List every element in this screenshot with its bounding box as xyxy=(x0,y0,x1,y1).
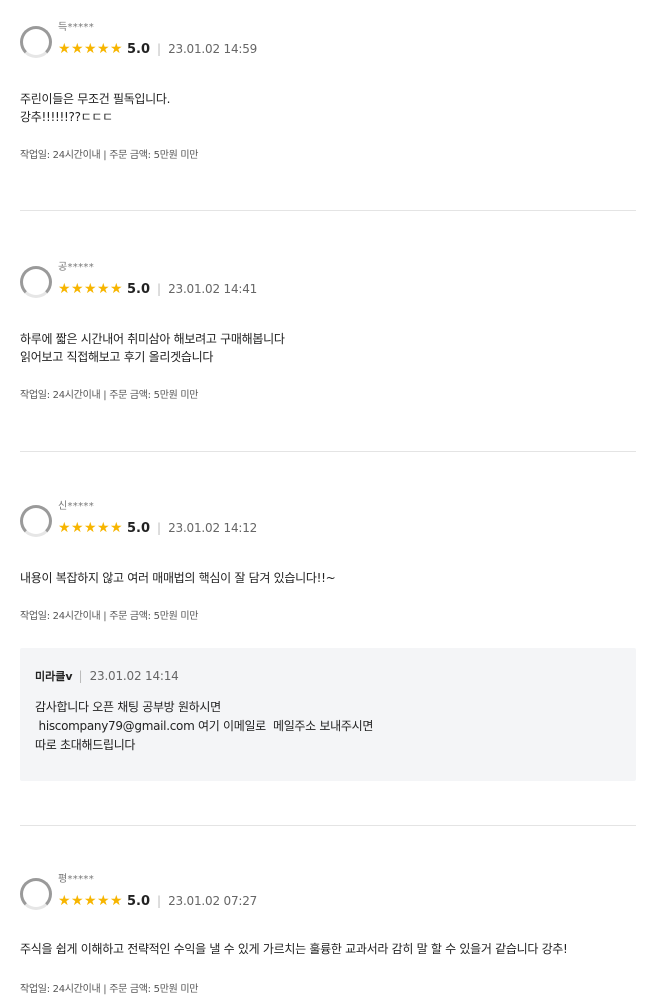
star-icon: ★ xyxy=(110,519,123,536)
star-icon: ★ xyxy=(84,892,97,909)
rating-stars: ★ ★ ★ ★ ★ xyxy=(58,280,123,297)
star-icon: ★ xyxy=(58,40,71,57)
star-icon: ★ xyxy=(71,519,84,536)
reply-text-line: 따로 초대해드립니다 xyxy=(35,738,136,752)
reviewer-name: 신***** xyxy=(58,501,94,512)
reviewer-name: 평***** xyxy=(58,874,94,885)
review-item: 평***** ★ ★ ★ ★ ★ 5.0 | 23.01.02 07:27 주식… xyxy=(20,870,636,995)
star-icon: ★ xyxy=(97,280,110,297)
rating-score: 5.0 xyxy=(127,893,151,909)
avatar xyxy=(20,878,52,910)
seller-reply: 미라클v | 23.01.02 14:14 감사합니다 오픈 채팅 공부방 원하… xyxy=(20,648,636,781)
avatar xyxy=(20,26,52,58)
rating-stars: ★ ★ ★ ★ ★ xyxy=(58,519,123,536)
star-icon: ★ xyxy=(97,892,110,909)
order-info: 작업일: 24시간이내 | 주문 금액: 5만원 미만 xyxy=(20,984,199,995)
separator: | xyxy=(78,669,83,683)
review-header: 평***** ★ ★ ★ ★ ★ 5.0 | 23.01.02 07:27 xyxy=(20,870,636,918)
review-text: 주린이들은 무조건 필독입니다. 강추!!!!!!??ㄷㄷㄷ xyxy=(20,90,636,126)
separator: | xyxy=(157,521,162,535)
rating-score: 5.0 xyxy=(127,41,151,57)
reply-text-line: 감사합니다 오픈 채팅 공부방 원하시면 xyxy=(35,700,221,714)
review-header: 공***** ★ ★ ★ ★ ★ 5.0 | 23.01.02 14:41 xyxy=(20,258,636,306)
star-icon: ★ xyxy=(58,280,71,297)
review-list: 득***** ★ ★ ★ ★ ★ 5.0 | 23.01.02 14:59 주린… xyxy=(0,0,652,1000)
star-icon: ★ xyxy=(71,892,84,909)
review-item: 공***** ★ ★ ★ ★ ★ 5.0 | 23.01.02 14:41 하루… xyxy=(20,258,636,401)
order-info: 작업일: 24시간이내 | 주문 금액: 5만원 미만 xyxy=(20,390,199,401)
star-icon: ★ xyxy=(71,280,84,297)
review-date: 23.01.02 07:27 xyxy=(168,894,258,908)
review-text-line: 하루에 짧은 시간내어 취미삼아 해보려고 구매해봅니다 xyxy=(20,332,285,346)
review-header: 득***** ★ ★ ★ ★ ★ 5.0 | 23.01.02 14:59 xyxy=(20,18,636,66)
review-text: 내용이 복잡하지 않고 여러 매매법의 핵심이 잘 담겨 있습니다!!~ xyxy=(20,569,636,587)
star-icon: ★ xyxy=(110,40,123,57)
order-info: 작업일: 24시간이내 | 주문 금액: 5만원 미만 xyxy=(20,611,199,622)
separator: | xyxy=(157,42,162,56)
reviewer-name: 득***** xyxy=(58,22,94,33)
star-icon: ★ xyxy=(84,40,97,57)
review-meta: ★ ★ ★ ★ ★ 5.0 | 23.01.02 14:59 xyxy=(58,41,257,57)
review-meta: ★ ★ ★ ★ ★ 5.0 | 23.01.02 14:12 xyxy=(58,520,257,536)
rating-stars: ★ ★ ★ ★ ★ xyxy=(58,40,123,57)
avatar xyxy=(20,266,52,298)
review-item: 신***** ★ ★ ★ ★ ★ 5.0 | 23.01.02 14:12 내용… xyxy=(20,497,636,622)
reply-header: 미라클v | 23.01.02 14:14 xyxy=(35,668,179,684)
reply-date: 23.01.02 14:14 xyxy=(89,669,179,683)
review-item: 득***** ★ ★ ★ ★ ★ 5.0 | 23.01.02 14:59 주린… xyxy=(20,18,636,161)
seller-name: 미라클v xyxy=(35,670,73,683)
reviewer-name: 공***** xyxy=(58,262,94,273)
rating-stars: ★ ★ ★ ★ ★ xyxy=(58,892,123,909)
star-icon: ★ xyxy=(84,280,97,297)
review-meta: ★ ★ ★ ★ ★ 5.0 | 23.01.02 07:27 xyxy=(58,893,257,909)
star-icon: ★ xyxy=(84,519,97,536)
review-date: 23.01.02 14:41 xyxy=(168,282,258,296)
star-icon: ★ xyxy=(97,519,110,536)
divider xyxy=(20,451,636,452)
separator: | xyxy=(157,282,162,296)
review-text-line: 읽어보고 직접해보고 후기 올리겟습니다 xyxy=(20,350,214,364)
star-icon: ★ xyxy=(110,280,123,297)
divider xyxy=(20,210,636,211)
review-text-line: 주린이들은 무조건 필독입니다. xyxy=(20,92,171,106)
avatar xyxy=(20,505,52,537)
review-date: 23.01.02 14:12 xyxy=(168,521,258,535)
separator: | xyxy=(157,894,162,908)
reply-text-line: hiscompany79@gmail.com 여기 이메일로 메일주소 보내주시… xyxy=(35,719,374,733)
rating-score: 5.0 xyxy=(127,281,151,297)
order-info: 작업일: 24시간이내 | 주문 금액: 5만원 미만 xyxy=(20,150,199,161)
review-text-line: 강추!!!!!!??ㄷㄷㄷ xyxy=(20,110,113,124)
star-icon: ★ xyxy=(97,40,110,57)
rating-score: 5.0 xyxy=(127,520,151,536)
review-meta: ★ ★ ★ ★ ★ 5.0 | 23.01.02 14:41 xyxy=(58,281,257,297)
star-icon: ★ xyxy=(110,892,123,909)
review-text-line: 내용이 복잡하지 않고 여러 매매법의 핵심이 잘 담겨 있습니다!!~ xyxy=(20,571,336,585)
review-header: 신***** ★ ★ ★ ★ ★ 5.0 | 23.01.02 14:12 xyxy=(20,497,636,545)
review-date: 23.01.02 14:59 xyxy=(168,42,258,56)
star-icon: ★ xyxy=(58,892,71,909)
review-text: 하루에 짧은 시간내어 취미삼아 해보려고 구매해봅니다 읽어보고 직접해보고 … xyxy=(20,330,636,366)
divider xyxy=(20,825,636,826)
review-text-line: 주식을 쉽게 이해하고 전략적인 수익을 낼 수 있게 가르치는 훌륭한 교과서… xyxy=(20,942,568,956)
reply-text: 감사합니다 오픈 채팅 공부방 원하시면 hiscompany79@gmail.… xyxy=(35,698,373,755)
star-icon: ★ xyxy=(58,519,71,536)
review-text: 주식을 쉽게 이해하고 전략적인 수익을 낼 수 있게 가르치는 훌륭한 교과서… xyxy=(20,940,636,958)
star-icon: ★ xyxy=(71,40,84,57)
